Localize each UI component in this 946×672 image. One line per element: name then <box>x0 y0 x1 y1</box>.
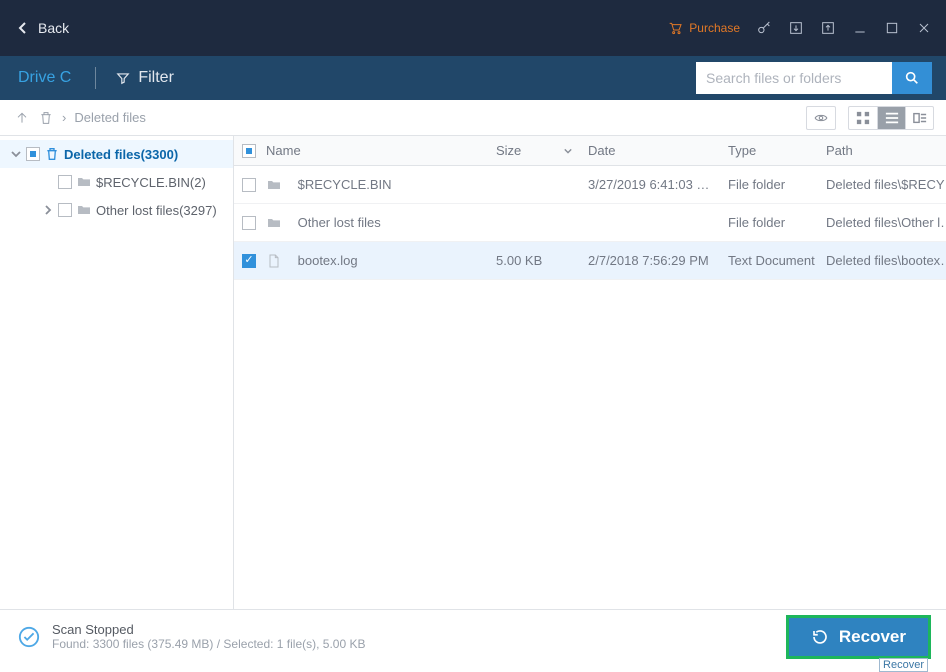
breadcrumb-row: › Deleted files <box>0 100 946 136</box>
cell-type: File folder <box>720 177 818 192</box>
sidebar-item-label: Deleted files(3300) <box>64 147 178 162</box>
grid-body: $RECYCLE.BIN 3/27/2019 6:41:03 … File fo… <box>234 166 946 609</box>
cell-type: File folder <box>720 215 818 230</box>
breadcrumb-current: Deleted files <box>74 110 146 125</box>
back-label: Back <box>38 20 69 36</box>
key-icon[interactable] <box>756 20 772 36</box>
back-button[interactable]: Back <box>18 20 69 36</box>
col-size-label: Size <box>496 143 521 158</box>
filter-icon <box>116 71 130 85</box>
cell-type: Text Document <box>720 253 818 268</box>
col-path[interactable]: Path <box>818 143 946 158</box>
checkbox[interactable] <box>242 178 256 192</box>
preview-toggle[interactable] <box>807 107 835 129</box>
sidebar-item-label: $RECYCLE.BIN(2) <box>96 175 206 190</box>
cell-name: Other lost files <box>298 215 381 230</box>
cell-date: 2/7/2018 7:56:29 PM <box>580 253 720 268</box>
status-title: Scan Stopped <box>52 622 366 637</box>
view-grid-button[interactable] <box>849 107 877 129</box>
chevron-right-icon <box>42 204 54 216</box>
checkbox[interactable] <box>58 203 72 217</box>
main: Deleted files(3300) $RECYCLE.BIN(2) Othe… <box>0 136 946 609</box>
col-date[interactable]: Date <box>580 143 720 158</box>
recover-tooltip: Recover <box>879 658 928 672</box>
cell-path: Deleted files\bootex… <box>818 253 946 268</box>
eye-icon <box>813 111 829 125</box>
grid-header: Name Size Date Type Path <box>234 136 946 166</box>
grid-icon <box>856 111 870 125</box>
chevron-down-icon <box>564 147 572 155</box>
table-row[interactable]: $RECYCLE.BIN 3/27/2019 6:41:03 … File fo… <box>234 166 946 204</box>
checkbox[interactable] <box>242 254 256 268</box>
view-detail-button[interactable] <box>905 107 933 129</box>
col-type[interactable]: Type <box>720 143 818 158</box>
search-input[interactable] <box>696 62 892 94</box>
import-icon[interactable] <box>788 20 804 36</box>
recover-label: Recover <box>839 627 906 647</box>
header-row: Drive C Filter <box>0 56 946 100</box>
sidebar-item-deleted-files[interactable]: Deleted files(3300) <box>0 140 233 168</box>
chevron-left-icon <box>18 21 28 35</box>
footer: Scan Stopped Found: 3300 files (375.49 M… <box>0 609 946 663</box>
folder-icon <box>76 202 92 218</box>
cell-name: $RECYCLE.BIN <box>298 177 392 192</box>
filter-button[interactable]: Filter <box>116 69 174 87</box>
check-circle-icon <box>18 626 40 648</box>
cell-name: bootex.log <box>298 253 358 268</box>
trash-icon[interactable] <box>38 110 54 126</box>
search-button[interactable] <box>892 62 932 94</box>
file-icon <box>266 253 282 269</box>
checkbox[interactable] <box>58 175 72 189</box>
checkbox[interactable] <box>26 147 40 161</box>
col-check <box>234 144 258 158</box>
cell-size: 5.00 KB <box>488 253 580 268</box>
tab-drive[interactable]: Drive C <box>14 69 75 87</box>
col-size[interactable]: Size <box>488 143 580 158</box>
minimize-icon[interactable] <box>852 20 868 36</box>
title-bar: Back Purchase <box>0 0 946 56</box>
content: Name Size Date Type Path $RECYCLE.BIN 3/… <box>234 136 946 609</box>
chevron-down-icon <box>10 148 22 160</box>
export-icon[interactable] <box>820 20 836 36</box>
trash-icon <box>44 146 60 162</box>
table-row[interactable]: Other lost files File folder Deleted fil… <box>234 204 946 242</box>
breadcrumb-sep: › <box>62 110 66 125</box>
sidebar: Deleted files(3300) $RECYCLE.BIN(2) Othe… <box>0 136 234 609</box>
list-icon <box>885 112 899 124</box>
cart-icon <box>667 20 683 36</box>
col-name[interactable]: Name <box>258 143 488 158</box>
cell-path: Deleted files\Other l… <box>818 215 946 230</box>
separator <box>95 67 96 89</box>
search-icon <box>904 70 920 86</box>
view-list-button[interactable] <box>877 107 905 129</box>
checkbox-all[interactable] <box>242 144 256 158</box>
purchase-label: Purchase <box>689 21 740 35</box>
filter-label: Filter <box>138 69 174 87</box>
purchase-button[interactable]: Purchase <box>667 20 740 36</box>
maximize-icon[interactable] <box>884 20 900 36</box>
folder-icon <box>266 215 282 231</box>
search-wrap <box>696 62 932 94</box>
checkbox[interactable] <box>242 216 256 230</box>
cell-date: 3/27/2019 6:41:03 … <box>580 177 720 192</box>
cell-path: Deleted files\$RECY… <box>818 177 946 192</box>
sidebar-item-other-lost[interactable]: Other lost files(3297) <box>0 196 233 224</box>
restore-icon <box>811 628 829 646</box>
close-icon[interactable] <box>916 20 932 36</box>
detail-icon <box>913 112 927 124</box>
status-detail: Found: 3300 files (375.49 MB) / Selected… <box>52 637 366 651</box>
sidebar-item-label: Other lost files(3297) <box>96 203 217 218</box>
folder-icon <box>266 177 282 193</box>
table-row[interactable]: bootex.log 5.00 KB 2/7/2018 7:56:29 PM T… <box>234 242 946 280</box>
recover-button[interactable]: Recover <box>789 618 928 656</box>
up-arrow-icon[interactable] <box>14 110 30 126</box>
sidebar-item-recycle-bin[interactable]: $RECYCLE.BIN(2) <box>0 168 233 196</box>
folder-icon <box>76 174 92 190</box>
